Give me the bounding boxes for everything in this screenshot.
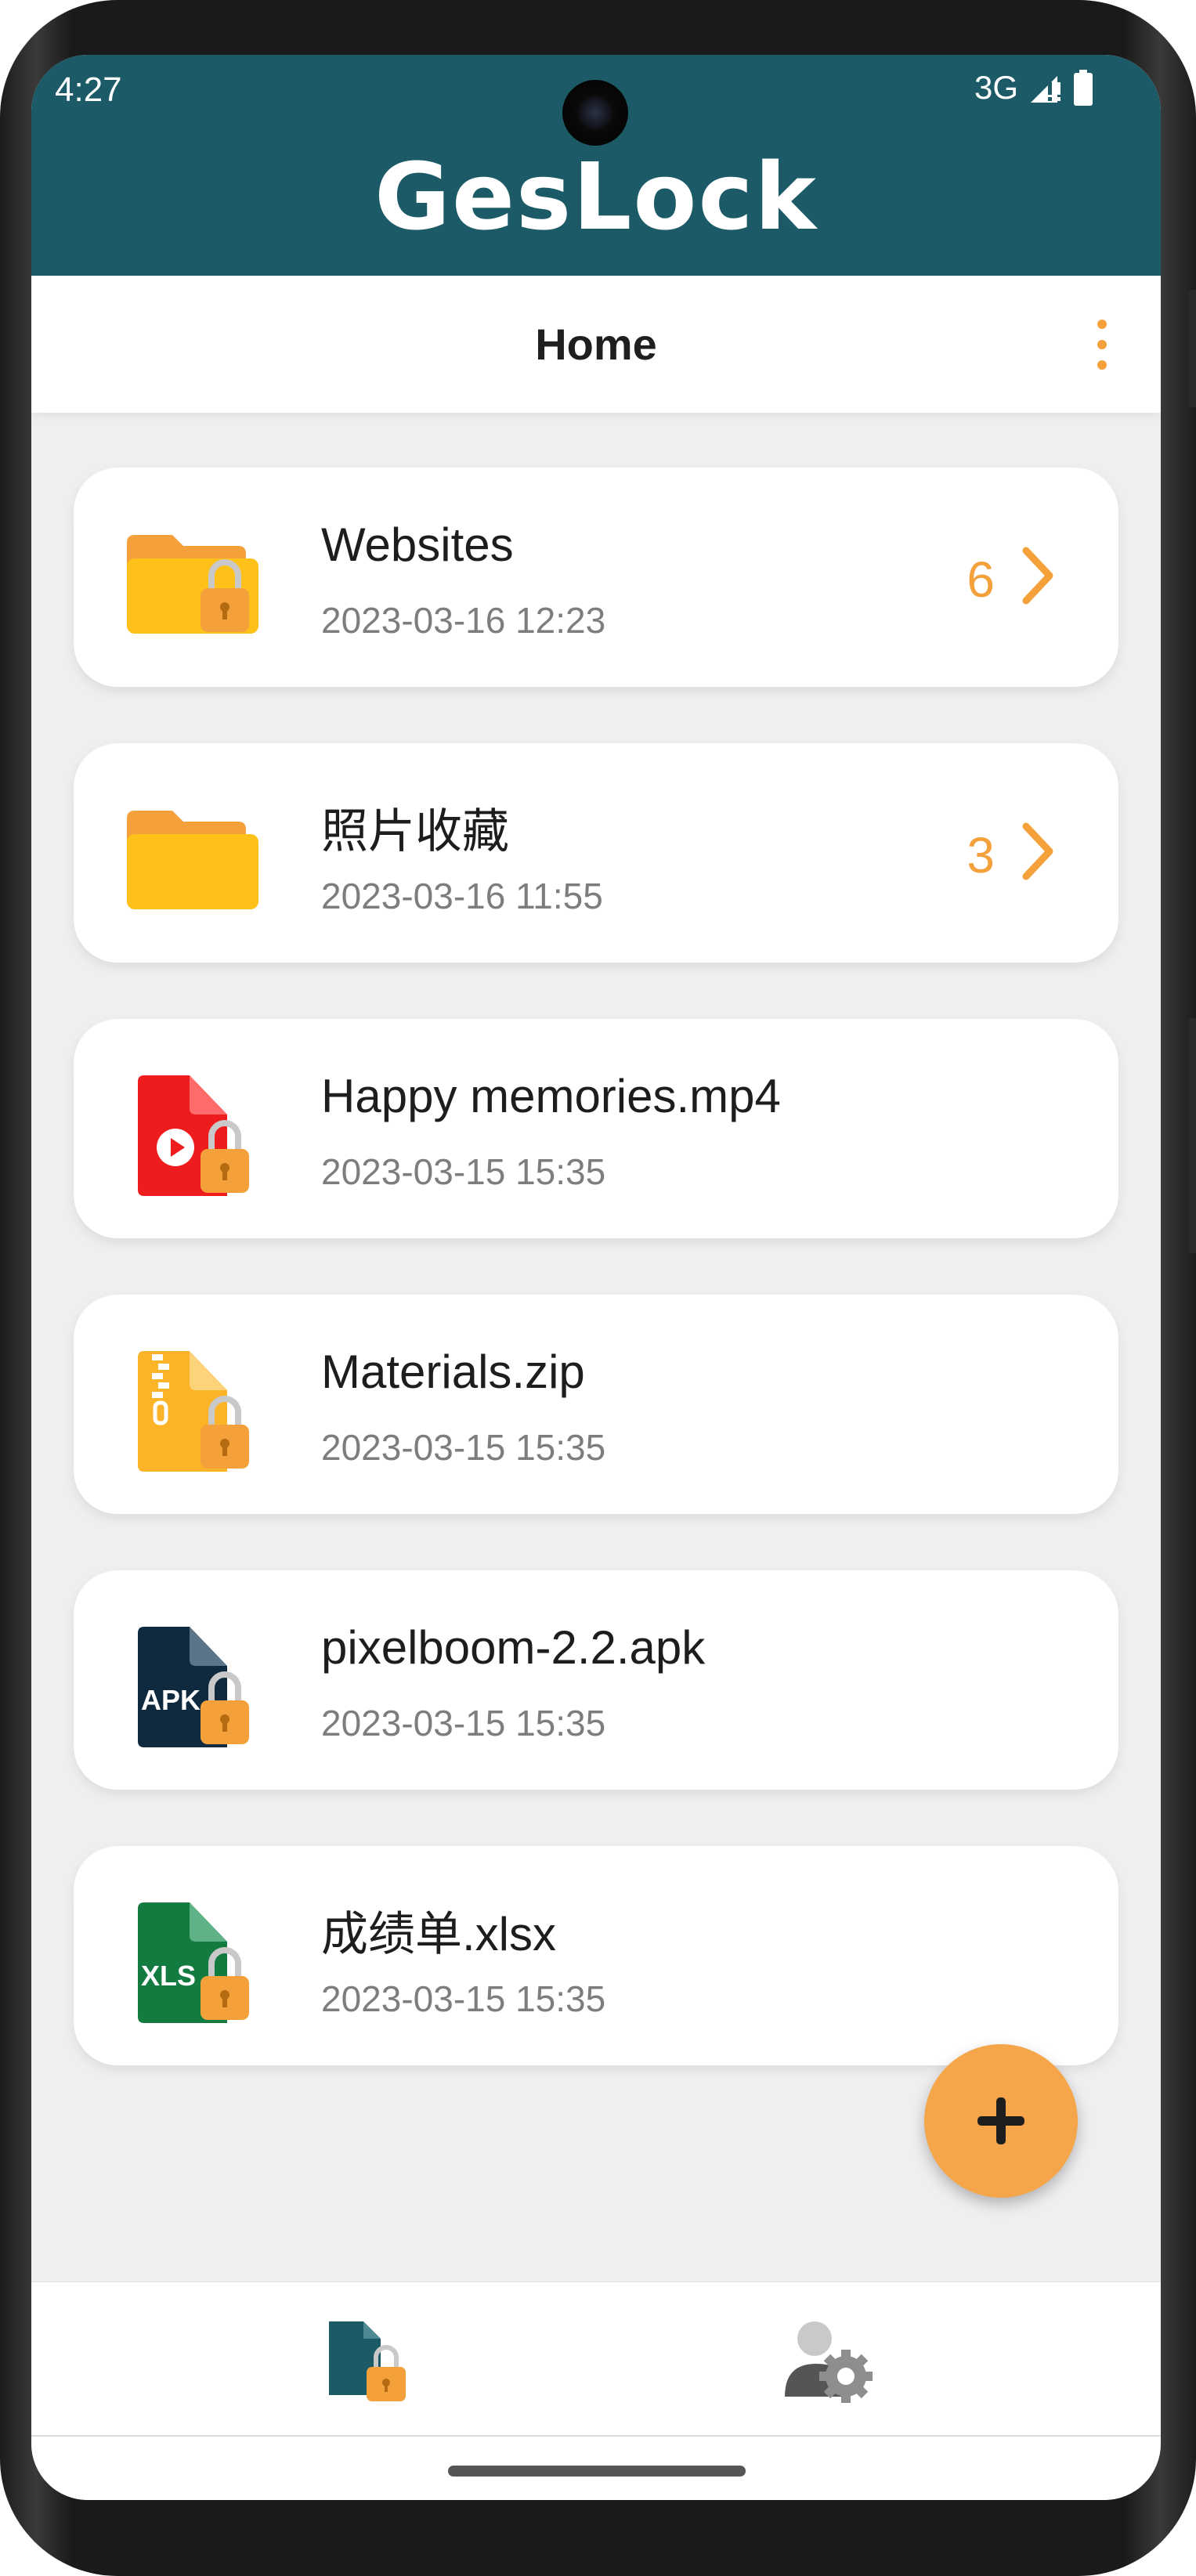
chevron-right-icon xyxy=(1022,547,1053,605)
user-settings-icon[interactable] xyxy=(782,2315,874,2408)
list-item[interactable]: Materials.zip 2023-03-15 15:35 xyxy=(74,1295,1118,1514)
more-options-icon[interactable] xyxy=(1090,320,1114,370)
item-name: 照片收藏 xyxy=(321,805,509,858)
add-button[interactable] xyxy=(924,2044,1078,2198)
item-date: 2023-03-16 11:55 xyxy=(321,876,603,916)
app-bar: 4:27 3G GesLock xyxy=(31,55,1161,276)
item-name: Happy memories.mp4 xyxy=(321,1070,781,1122)
locked-files-icon[interactable] xyxy=(321,2315,414,2408)
bottom-navigation xyxy=(31,2282,1161,2437)
list-item[interactable]: APK pixelboom-2.2.apk 2023-03-15 15:35 xyxy=(74,1570,1118,1790)
list-item[interactable]: Websites 2023-03-16 12:23 6 xyxy=(74,468,1118,687)
folder-icon xyxy=(127,811,258,909)
item-count: 6 xyxy=(967,551,995,608)
locked-folder-icon xyxy=(127,535,258,634)
battery-icon xyxy=(1074,70,1093,106)
network-type: 3G xyxy=(974,69,1018,106)
locked-excel-file-icon: XLS xyxy=(138,1902,249,2023)
item-date: 2023-03-15 15:35 xyxy=(321,1978,606,2019)
list-item[interactable]: Happy memories.mp4 2023-03-15 15:35 xyxy=(74,1019,1118,1238)
status-icons: 3G xyxy=(974,69,1093,107)
list-item[interactable]: XLS 成绩单.xlsx 2023-03-15 15:35 xyxy=(74,1846,1118,2065)
page-header: Home xyxy=(31,276,1161,413)
volume-button xyxy=(1188,1018,1196,1253)
list-item[interactable]: 照片收藏 2023-03-16 11:55 3 xyxy=(74,743,1118,963)
item-name: Materials.zip xyxy=(321,1346,585,1398)
item-date: 2023-03-15 15:35 xyxy=(321,1703,606,1743)
power-button xyxy=(1188,290,1196,407)
item-date: 2023-03-15 15:35 xyxy=(321,1151,606,1192)
status-time: 4:27 xyxy=(55,70,122,109)
phone-frame: 4:27 3G GesLock Home Websites 2023-03-16… xyxy=(0,0,1196,2576)
screen: 4:27 3G GesLock Home Websites 2023-03-16… xyxy=(31,55,1161,2500)
locked-apk-file-icon: APK xyxy=(138,1627,249,1747)
page-title: Home xyxy=(535,320,657,369)
signal-icon xyxy=(1031,76,1061,103)
apk-icon-label: APK xyxy=(141,1684,201,1716)
item-date: 2023-03-15 15:35 xyxy=(321,1427,606,1468)
home-indicator[interactable] xyxy=(448,2466,746,2477)
item-name: Websites xyxy=(321,518,514,571)
item-date: 2023-03-16 12:23 xyxy=(321,600,606,641)
item-name: pixelboom-2.2.apk xyxy=(321,1621,706,1674)
locked-zip-file-icon xyxy=(138,1351,249,1472)
app-title: GesLock xyxy=(374,143,818,251)
item-name: 成绩单.xlsx xyxy=(321,1908,556,1960)
xls-icon-label: XLS xyxy=(141,1960,196,1992)
locked-video-file-icon xyxy=(138,1075,249,1196)
item-count: 3 xyxy=(967,827,995,883)
chevron-right-icon xyxy=(1022,822,1053,880)
front-camera xyxy=(562,80,628,146)
plus-icon xyxy=(977,2097,1024,2144)
